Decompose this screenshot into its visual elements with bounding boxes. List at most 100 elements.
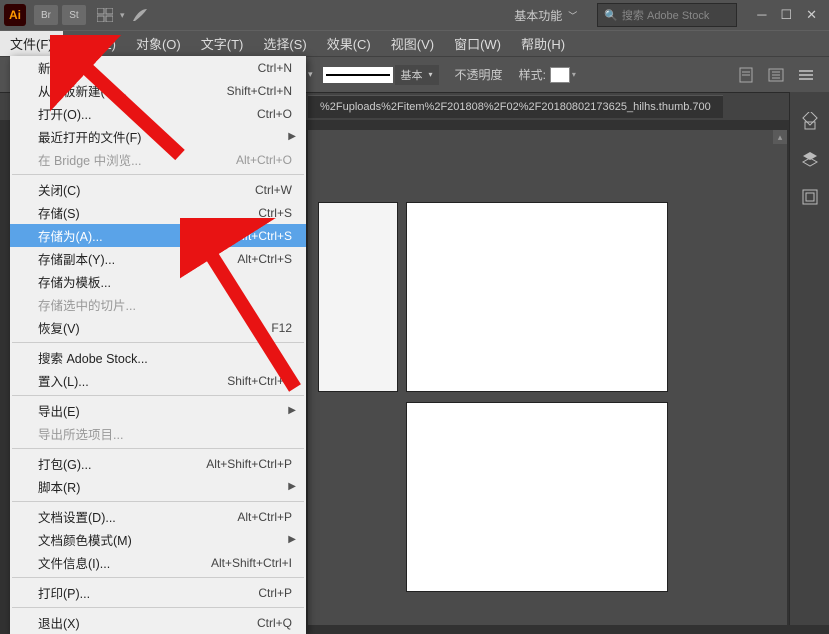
menu-item-label: 搜索 Adobe Stock... bbox=[38, 348, 292, 367]
menu-item-label: 存储选中的切片... bbox=[38, 295, 292, 314]
menu-item-label: 脚本(R) bbox=[38, 477, 292, 496]
menu-item-shortcut: Ctrl+O bbox=[257, 107, 292, 121]
menu-item-label: 退出(X) bbox=[38, 613, 257, 632]
menu-item-label: 存储为(A)... bbox=[38, 226, 227, 245]
menu-window[interactable]: 窗口(W) bbox=[444, 31, 511, 56]
maximize-button[interactable]: ☐ bbox=[780, 7, 792, 23]
menu-item-shortcut: Ctrl+P bbox=[258, 586, 292, 600]
menu-file[interactable]: 文件(F) bbox=[0, 31, 63, 56]
menu-item-label: 打开(O)... bbox=[38, 104, 257, 123]
document-tab[interactable]: %2Fuploads%2Fitem%2F201808%2F02%2F201808… bbox=[308, 95, 723, 118]
stock-button[interactable]: St bbox=[62, 5, 86, 25]
submenu-arrow-icon: ▶ bbox=[288, 534, 296, 545]
file-menu-dropdown: 新建(N)...Ctrl+N从模板新建(T)...Shift+Ctrl+N打开(… bbox=[10, 56, 306, 634]
menu-item-21[interactable]: 脚本(R)▶ bbox=[10, 475, 306, 498]
style-label: 样式: bbox=[519, 66, 546, 83]
menu-item-12[interactable]: 恢复(V)F12 bbox=[10, 316, 306, 339]
title-bar: Ai Br St ▾ 基本功能 ﹀ 🔍 搜索 Adobe Stock ─ ☐ ✕ bbox=[0, 0, 829, 30]
menu-item-label: 存储(S) bbox=[38, 203, 258, 222]
menu-item-23[interactable]: 文档设置(D)...Alt+Ctrl+P bbox=[10, 505, 306, 528]
chevron-down-icon[interactable]: ▾ bbox=[120, 10, 125, 21]
menu-item-label: 存储副本(Y)... bbox=[38, 249, 237, 268]
menu-item-label: 关闭(C) bbox=[38, 180, 255, 199]
menu-item-1[interactable]: 从模板新建(T)...Shift+Ctrl+N bbox=[10, 79, 306, 102]
style-swatch[interactable] bbox=[550, 67, 570, 83]
menu-item-label: 新建(N)... bbox=[38, 58, 258, 77]
close-button[interactable]: ✕ bbox=[806, 7, 817, 23]
bridge-button[interactable]: Br bbox=[34, 5, 58, 25]
menu-help[interactable]: 帮助(H) bbox=[511, 31, 575, 56]
menu-item-shortcut: Alt+Ctrl+P bbox=[237, 510, 292, 524]
menu-separator bbox=[12, 342, 304, 343]
menu-item-shortcut: Alt+Ctrl+O bbox=[236, 153, 292, 167]
menu-item-shortcut: Ctrl+S bbox=[258, 206, 292, 220]
menu-item-9[interactable]: 存储副本(Y)...Alt+Ctrl+S bbox=[10, 247, 306, 270]
menu-item-14[interactable]: 搜索 Adobe Stock... bbox=[10, 346, 306, 369]
menu-item-6[interactable]: 关闭(C)Ctrl+W bbox=[10, 178, 306, 201]
menu-item-0[interactable]: 新建(N)...Ctrl+N bbox=[10, 56, 306, 79]
menu-view[interactable]: 视图(V) bbox=[381, 31, 444, 56]
submenu-arrow-icon: ▶ bbox=[288, 405, 296, 416]
menu-item-label: 文件信息(I)... bbox=[38, 553, 211, 572]
menu-separator bbox=[12, 448, 304, 449]
menu-item-shortcut: F12 bbox=[271, 321, 292, 335]
doc-setup-icon[interactable] bbox=[737, 66, 755, 84]
menu-item-25[interactable]: 文件信息(I)...Alt+Shift+Ctrl+I bbox=[10, 551, 306, 574]
feather-icon[interactable] bbox=[128, 3, 152, 27]
stroke-profile-dropdown[interactable]: 基本▾ bbox=[395, 65, 439, 85]
menu-item-label: 打印(P)... bbox=[38, 583, 258, 602]
artboard-3[interactable] bbox=[406, 402, 668, 592]
menu-item-15[interactable]: 置入(L)...Shift+Ctrl+P bbox=[10, 369, 306, 392]
menu-item-shortcut: Ctrl+Q bbox=[257, 616, 292, 630]
menu-item-shortcut: Shift+Ctrl+S bbox=[227, 229, 292, 243]
opacity-label: 不透明度 bbox=[455, 66, 503, 83]
arrange-icon[interactable] bbox=[93, 3, 117, 27]
menu-item-label: 最近打开的文件(F) bbox=[38, 127, 292, 146]
artboard-2[interactable] bbox=[406, 202, 668, 392]
menu-item-label: 恢复(V) bbox=[38, 318, 271, 337]
canvas[interactable]: ▴ bbox=[308, 130, 787, 625]
menu-item-8[interactable]: 存储为(A)...Shift+Ctrl+S bbox=[10, 224, 306, 247]
menu-select[interactable]: 选择(S) bbox=[253, 31, 316, 56]
app-logo-ai: Ai bbox=[4, 4, 26, 26]
menu-item-17[interactable]: 导出(E)▶ bbox=[10, 399, 306, 422]
menu-item-7[interactable]: 存储(S)Ctrl+S bbox=[10, 201, 306, 224]
minimize-button[interactable]: ─ bbox=[757, 7, 766, 23]
stroke-preview[interactable] bbox=[323, 67, 393, 83]
menu-item-18: 导出所选项目... bbox=[10, 422, 306, 445]
scroll-up-icon[interactable]: ▴ bbox=[773, 130, 787, 144]
menu-item-10[interactable]: 存储为模板... bbox=[10, 270, 306, 293]
menu-item-shortcut: Alt+Shift+Ctrl+P bbox=[206, 457, 292, 471]
menu-edit[interactable]: 编辑(E) bbox=[63, 31, 126, 56]
artboard-1[interactable] bbox=[318, 202, 398, 392]
search-input[interactable]: 🔍 搜索 Adobe Stock bbox=[597, 3, 737, 27]
menu-item-20[interactable]: 打包(G)...Alt+Shift+Ctrl+P bbox=[10, 452, 306, 475]
menu-item-label: 置入(L)... bbox=[38, 371, 227, 390]
menu-item-shortcut: Shift+Ctrl+P bbox=[227, 374, 292, 388]
panel-menu-icon[interactable] bbox=[797, 66, 815, 84]
menu-separator bbox=[12, 577, 304, 578]
menu-type[interactable]: 文字(T) bbox=[191, 31, 254, 56]
menu-item-label: 文档颜色模式(M) bbox=[38, 530, 292, 549]
menu-item-27[interactable]: 打印(P)...Ctrl+P bbox=[10, 581, 306, 604]
chevron-down-icon[interactable]: ▾ bbox=[572, 70, 576, 79]
menu-effect[interactable]: 效果(C) bbox=[317, 31, 381, 56]
chevron-down-icon[interactable]: ▾ bbox=[308, 69, 313, 80]
menu-item-3[interactable]: 最近打开的文件(F)▶ bbox=[10, 125, 306, 148]
search-placeholder: 搜索 Adobe Stock bbox=[622, 7, 709, 23]
menu-item-label: 在 Bridge 中浏览... bbox=[38, 150, 236, 169]
menu-item-29[interactable]: 退出(X)Ctrl+Q bbox=[10, 611, 306, 634]
chevron-down-icon: ﹀ bbox=[568, 9, 577, 22]
menu-item-4: 在 Bridge 中浏览...Alt+Ctrl+O bbox=[10, 148, 306, 171]
properties-panel-icon[interactable] bbox=[799, 110, 821, 132]
layers-panel-icon[interactable] bbox=[799, 148, 821, 170]
menu-object[interactable]: 对象(O) bbox=[126, 31, 191, 56]
submenu-arrow-icon: ▶ bbox=[288, 481, 296, 492]
menu-item-24[interactable]: 文档颜色模式(M)▶ bbox=[10, 528, 306, 551]
menu-item-label: 存储为模板... bbox=[38, 272, 292, 291]
menu-separator bbox=[12, 174, 304, 175]
libraries-panel-icon[interactable] bbox=[799, 186, 821, 208]
preferences-icon[interactable] bbox=[767, 66, 785, 84]
workspace-dropdown[interactable]: 基本功能 ﹀ bbox=[506, 4, 585, 27]
menu-item-2[interactable]: 打开(O)...Ctrl+O bbox=[10, 102, 306, 125]
